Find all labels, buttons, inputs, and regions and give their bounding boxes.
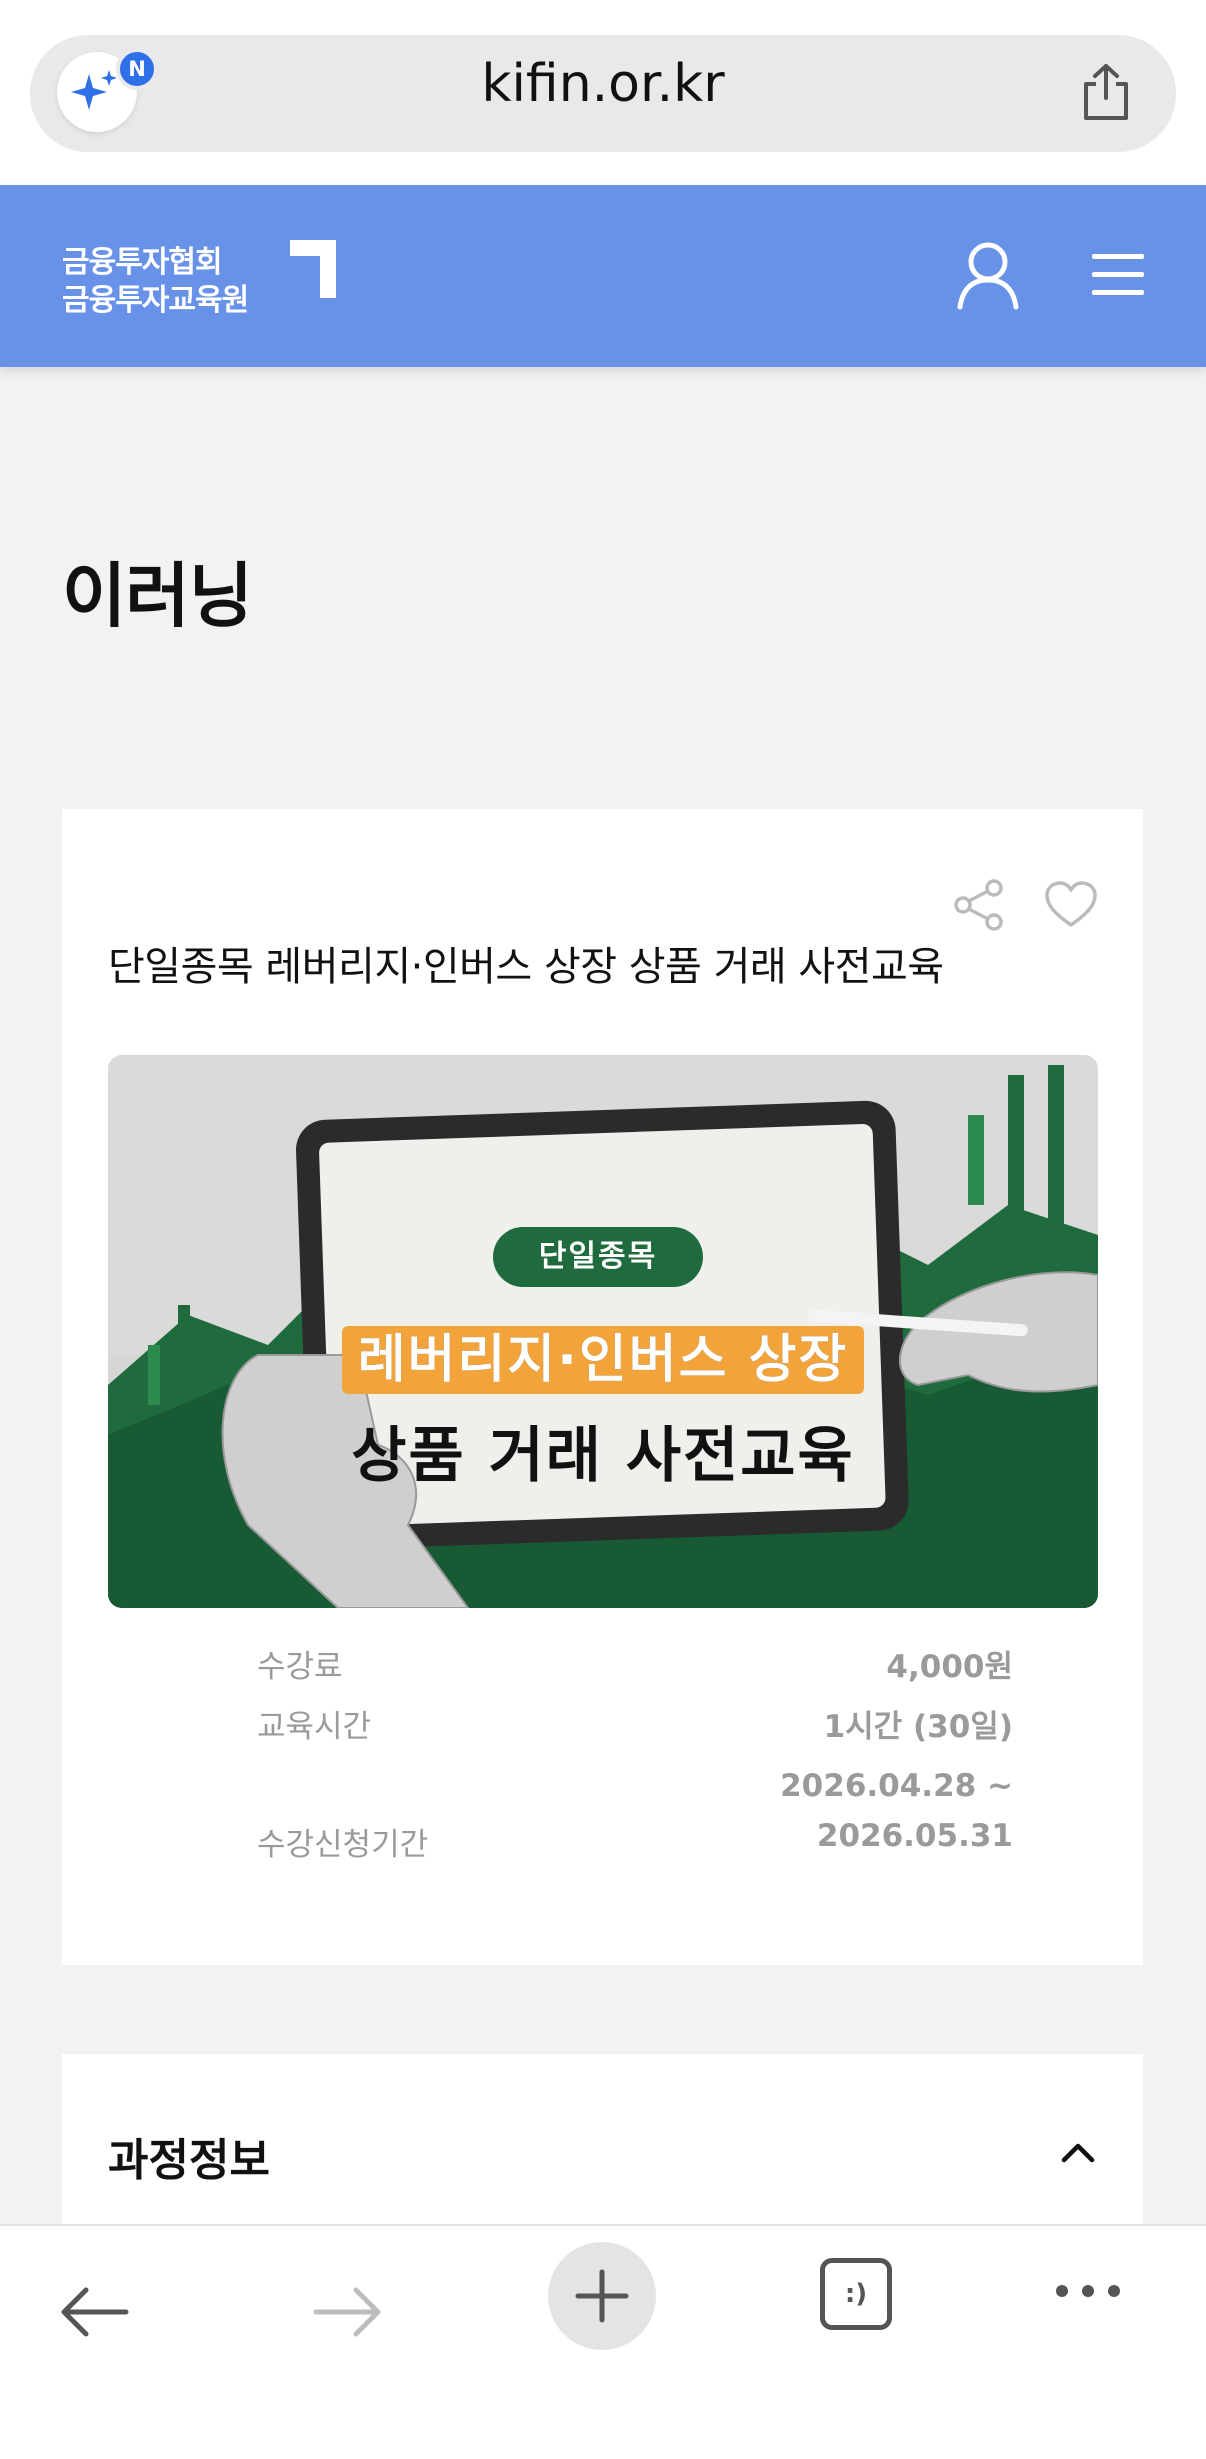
thumbnail-headline-1: 레버리지·인버스 상장 [108,1317,1098,1394]
menu-icon[interactable] [1090,252,1146,298]
info-label: 수강료 [257,1649,343,1685]
site-header: 금융투자협회 금융투자교육원 [0,185,1206,367]
period-start: 2026.04.28 ~ [780,1768,1013,1804]
thumbnail-tag: 단일종목 [493,1227,703,1287]
browser-address-area: N kifin.or.kr [0,0,1206,185]
course-card: 단일종목 레버리지·인버스 상장 상품 거래 사전교육 단일종목 레버리지·인버… [62,809,1143,1965]
site-logo[interactable]: 금융투자협회 금융투자교육원 [62,235,362,325]
url-text: kifin.or.kr [481,54,725,114]
course-info-accordion[interactable]: 과정정보 [62,2054,1143,2224]
info-row-duration: 교육시간 1시간 (30일) [257,1701,1013,1761]
logo-mark-icon [290,240,336,298]
course-thumbnail[interactable]: 단일종목 레버리지·인버스 상장 상품 거래 사전교육 [108,1055,1098,1608]
course-info-table: 수강료 4,000원 교육시간 1시간 (30일) 수강신청기간 2026.04… [257,1641,1013,1871]
info-label: 수강신청기간 [257,1827,429,1863]
more-icon[interactable] [1052,2281,1124,2301]
accordion-title: 과정정보 [108,2135,270,2186]
chevron-up-icon[interactable] [1060,2140,1096,2164]
new-tab-button[interactable] [548,2242,656,2350]
user-icon[interactable] [955,240,1021,310]
plus-icon [575,2269,629,2323]
share-icon[interactable] [1080,62,1132,122]
course-title[interactable]: 단일종목 레버리지·인버스 상장 상품 거래 사전교육 [108,934,944,992]
back-arrow-icon[interactable] [58,2286,130,2338]
info-value: 1시간 (30일) [823,1709,1013,1745]
thumbnail-headline-2: 상품 거래 사전교육 [351,1421,855,1491]
page-title: 이러닝 [62,555,253,637]
info-row-enroll-period: 수강신청기간 2026.04.28 ~ 2026.05.31 [257,1761,1013,1871]
page: N kifin.or.kr 금융투자협회 금융투자교육원 이러닝 단일종목 레버… [0,0,1206,2459]
info-value: 4,000원 [886,1649,1013,1685]
browser-toolbar: :) [0,2224,1206,2459]
period-end: 2026.05.31 [816,1818,1013,1854]
share-icon[interactable] [952,879,1006,931]
tabs-button[interactable]: :) [820,2258,892,2330]
info-value: 2026.04.28 ~ 2026.05.31 [780,1761,1013,1861]
info-label: 교육시간 [257,1709,372,1745]
forward-arrow-icon[interactable] [312,2286,384,2338]
logo-line-2: 금융투자교육원 [62,283,249,318]
info-row-fee: 수강료 4,000원 [257,1641,1013,1701]
heart-icon[interactable] [1044,881,1098,929]
